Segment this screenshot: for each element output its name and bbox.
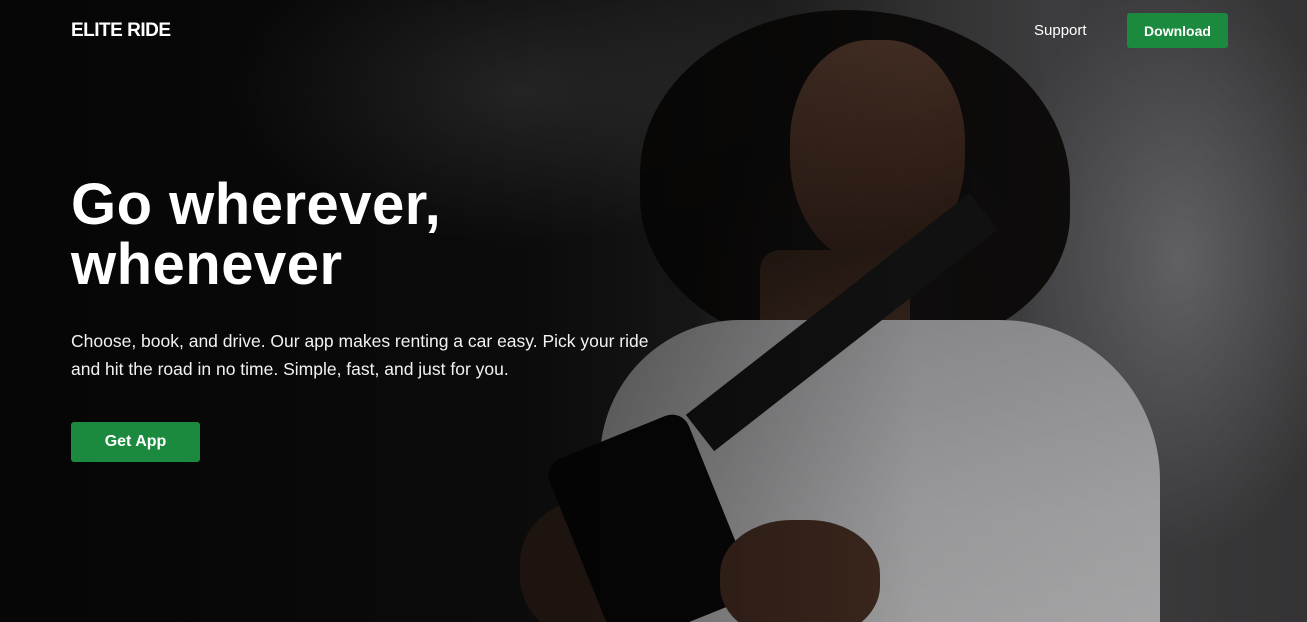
download-button[interactable]: Download [1127,13,1228,48]
get-app-button[interactable]: Get App [71,422,200,462]
brand-logo[interactable]: ELITE RIDE [71,20,171,42]
support-link[interactable]: Support [1034,22,1087,39]
hero-description: Choose, book, and drive. Our app makes r… [71,331,649,379]
top-navigation: ELITE RIDE Support Download [0,0,1307,62]
headline-line-1: Go wherever, [71,172,442,237]
hero-section: ELITE RIDE Support Download Go wherever,… [0,0,1307,622]
hero-headline: Go wherever, whenever [71,175,631,295]
headline-line-2: whenever [71,232,343,297]
dark-overlay [0,0,1307,622]
